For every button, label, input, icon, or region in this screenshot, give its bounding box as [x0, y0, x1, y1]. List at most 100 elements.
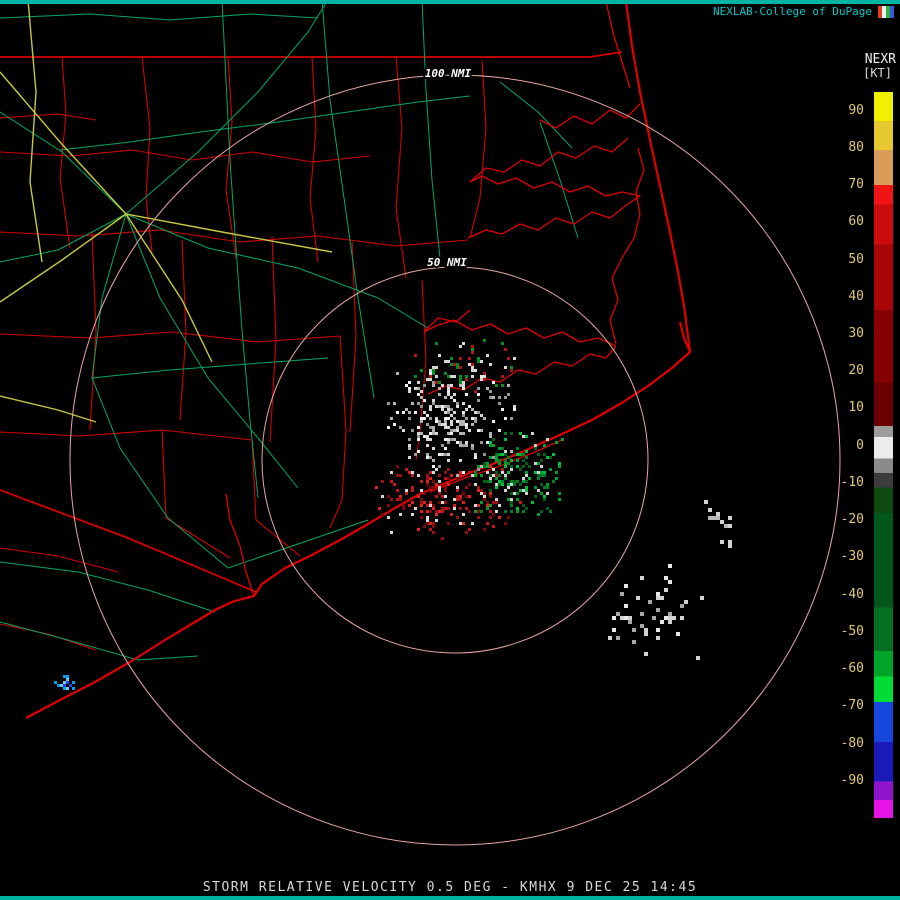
currituck-inner [606, 2, 630, 88]
radar-echo [429, 426, 432, 429]
radar-echo [510, 366, 513, 369]
radar-echo [504, 366, 507, 369]
radar-echo [504, 459, 507, 462]
radar-echo [435, 381, 438, 384]
radar-echo [519, 501, 522, 504]
radar-echo [438, 387, 441, 390]
radar-echo [375, 486, 378, 489]
radar-echo [432, 432, 435, 435]
radar-echo [728, 524, 732, 528]
radar-echo [456, 426, 459, 429]
radar-echo [435, 513, 438, 516]
radar-echo [504, 453, 507, 456]
radar-echo [441, 384, 444, 387]
radar-echo [426, 474, 429, 477]
radar-echo [435, 420, 438, 423]
radar-echo [504, 465, 507, 468]
radar-echo [441, 444, 444, 447]
radar-echo [507, 462, 510, 465]
radar-echo [450, 432, 453, 435]
radar-echo [459, 420, 462, 423]
radar-echo [480, 465, 483, 468]
radar-echo [624, 604, 628, 608]
radar-echo [465, 444, 468, 447]
radar-echo [426, 438, 429, 441]
radar-echo [477, 387, 480, 390]
radar-echo [459, 441, 462, 444]
radar-echo [495, 510, 498, 513]
radar-echo [447, 468, 450, 471]
radar-echo [456, 489, 459, 492]
radar-echo [393, 402, 396, 405]
radar-echo [405, 492, 408, 495]
radar-echo [474, 369, 477, 372]
radar-echo [555, 441, 558, 444]
radar-echo [708, 508, 712, 512]
radar-echo [531, 501, 534, 504]
radar-echo [456, 498, 459, 501]
radar-echo [399, 513, 402, 516]
radar-echo [447, 384, 450, 387]
radar-echo [522, 435, 525, 438]
radar-echo [396, 411, 399, 414]
road-line [0, 214, 126, 262]
radar-echo [420, 420, 423, 423]
radar-echo [420, 516, 423, 519]
radar-echo [441, 501, 444, 504]
radar-echo [537, 474, 540, 477]
state-border-line [0, 490, 256, 592]
radar-echo [483, 372, 486, 375]
radar-echo [676, 632, 680, 636]
radar-echo [471, 366, 474, 369]
radar-echo [459, 459, 462, 462]
radar-echo [414, 375, 417, 378]
radar-echo [664, 588, 668, 592]
radar-echo [462, 384, 465, 387]
radar-echo [447, 459, 450, 462]
radar-echo [450, 474, 453, 477]
radar-echo [501, 453, 504, 456]
radar-echo [700, 596, 704, 600]
radar-echo [435, 510, 438, 513]
radar-echo [429, 438, 432, 441]
radar-echo [471, 369, 474, 372]
radar-echo [453, 429, 456, 432]
road-layer [0, 0, 578, 660]
radar-echo [411, 489, 414, 492]
radar-echo [462, 444, 465, 447]
radar-echo [408, 417, 411, 420]
radar-echo [456, 495, 459, 498]
product-caption: STORM RELATIVE VELOCITY 0.5 DEG - KMHX 9… [0, 880, 900, 895]
radar-echo [459, 375, 462, 378]
radar-echo [471, 351, 474, 354]
radar-echo [480, 501, 483, 504]
radar-echo [474, 474, 477, 477]
radar-echo [555, 477, 558, 480]
radar-echo [477, 489, 480, 492]
radar-echo [608, 636, 612, 640]
radar-echo [486, 504, 489, 507]
radar-echo [724, 524, 728, 528]
radar-echo [474, 483, 477, 486]
radar-echo [417, 393, 420, 396]
radar-echo [471, 348, 474, 351]
radar-echo [501, 468, 504, 471]
radar-echo [387, 402, 390, 405]
radar-echo [63, 675, 66, 678]
radar-echo [522, 504, 525, 507]
radar-echo [474, 411, 477, 414]
radar-echo [444, 477, 447, 480]
pamlico-sound-shore [610, 148, 644, 344]
radar-echo [525, 456, 528, 459]
radar-echo [498, 462, 501, 465]
radar-echo [441, 537, 444, 540]
radar-echo [507, 516, 510, 519]
radar-echo [447, 426, 450, 429]
radar-echo [516, 447, 519, 450]
radar-echo [432, 429, 435, 432]
radar-echo [504, 450, 507, 453]
radar-echo [429, 417, 432, 420]
radar-echo [447, 408, 450, 411]
radar-echo [447, 453, 450, 456]
radar-echo [504, 510, 507, 513]
